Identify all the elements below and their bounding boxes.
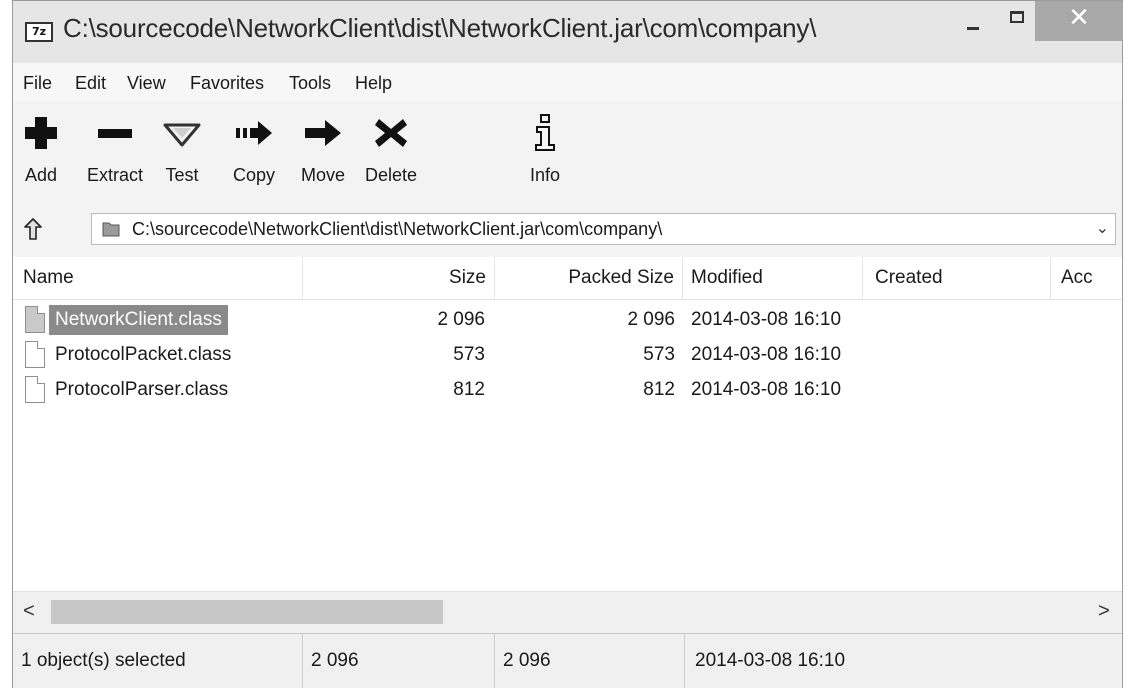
test-icon [163, 123, 201, 147]
status-bar: 1 object(s) selected 2 096 2 096 2014-03… [13, 633, 1122, 688]
close-icon: ✕ [1068, 3, 1090, 33]
add-label: Add [24, 165, 58, 185]
file-list: Name Size Packed Size Modified Created A… [13, 257, 1122, 632]
status-selection: 1 object(s) selected [13, 634, 303, 688]
status-modified: 2014-03-08 16:10 [695, 650, 846, 671]
column-modified[interactable]: Modified [683, 257, 863, 299]
file-icon [25, 341, 45, 368]
folder-icon [102, 222, 120, 237]
move-icon [305, 120, 341, 146]
file-modified: 2014-03-08 16:10 [691, 309, 842, 330]
menu-tools[interactable]: Tools [289, 73, 331, 94]
address-row: C:\sourcecode\NetworkClient\dist\Network… [13, 201, 1122, 258]
menu-view[interactable]: View [127, 73, 166, 94]
menu-favorites[interactable]: Favorites [190, 73, 264, 94]
file-icon [25, 376, 45, 403]
scroll-left-icon[interactable]: < [17, 600, 41, 623]
menu-file[interactable]: File [23, 73, 52, 94]
file-size: 573 [453, 344, 485, 365]
file-row[interactable]: ProtocolParser.class 812 812 2014-03-08 … [13, 373, 1122, 407]
file-modified: 2014-03-08 16:10 [691, 344, 842, 365]
file-name: ProtocolParser.class [55, 379, 229, 400]
delete-icon [375, 119, 407, 147]
test-label: Test [165, 165, 199, 185]
column-size[interactable]: Size [303, 257, 495, 299]
minimize-icon [967, 27, 979, 30]
delete-label: Delete [364, 165, 418, 185]
scroll-right-icon[interactable]: > [1092, 600, 1116, 623]
file-packed-size: 573 [643, 344, 675, 365]
column-packed-size[interactable]: Packed Size [495, 257, 683, 299]
info-button[interactable]: Info [519, 101, 571, 201]
file-packed-size: 812 [643, 379, 675, 400]
window-title: C:\sourcecode\NetworkClient\dist\Network… [63, 13, 817, 43]
extract-icon [98, 129, 132, 138]
status-size: 2 096 [303, 634, 495, 688]
file-name: NetworkClient.class [49, 305, 228, 335]
minimize-button[interactable] [951, 1, 997, 41]
delete-button[interactable]: Delete [357, 101, 425, 201]
info-label: Info [529, 165, 561, 185]
extract-label: Extract [86, 165, 143, 185]
horizontal-scrollbar[interactable]: < > [13, 591, 1122, 632]
file-row[interactable]: ProtocolPacket.class 573 573 2014-03-08 … [13, 338, 1122, 372]
toolbar: Add Extract Test Copy Move Delete Info [13, 101, 1122, 202]
file-packed-size: 2 096 [627, 309, 675, 330]
scrollbar-thumb[interactable] [51, 600, 443, 624]
app-icon: 7z [25, 22, 53, 42]
address-bar[interactable]: C:\sourcecode\NetworkClient\dist\Network… [91, 213, 1116, 245]
copy-label: Copy [232, 165, 276, 185]
column-name[interactable]: Name [13, 257, 303, 299]
copy-icon [236, 121, 272, 145]
extract-button[interactable]: Extract [77, 101, 153, 201]
menu-bar: File Edit View Favorites Tools Help [13, 63, 1122, 102]
file-icon [25, 306, 45, 333]
seven-zip-window: 7z C:\sourcecode\NetworkClient\dist\Netw… [12, 0, 1123, 688]
file-modified: 2014-03-08 16:10 [691, 379, 842, 400]
move-button[interactable]: Move [289, 101, 357, 201]
add-button[interactable]: Add [17, 101, 65, 201]
info-icon [535, 114, 555, 151]
maximize-icon [1010, 11, 1024, 23]
column-header: Name Size Packed Size Modified Created A… [13, 257, 1122, 300]
file-size: 812 [453, 379, 485, 400]
close-button[interactable]: ✕ [1035, 1, 1123, 41]
chevron-down-icon[interactable]: ⌄ [1096, 218, 1109, 238]
address-path: C:\sourcecode\NetworkClient\dist\Network… [132, 219, 663, 239]
column-created[interactable]: Created [863, 257, 1051, 299]
status-packed-size: 2 096 [495, 634, 685, 688]
up-folder-icon[interactable] [21, 217, 45, 241]
menu-edit[interactable]: Edit [75, 73, 106, 94]
column-accessed[interactable]: Acc [1051, 257, 1122, 299]
test-button[interactable]: Test [153, 101, 211, 201]
add-icon [25, 117, 57, 149]
move-label: Move [300, 165, 345, 185]
menu-help[interactable]: Help [355, 73, 392, 94]
file-name: ProtocolPacket.class [55, 344, 232, 365]
file-size: 2 096 [437, 309, 485, 330]
file-row[interactable]: NetworkClient.class 2 096 2 096 2014-03-… [13, 303, 1122, 337]
title-bar: 7z C:\sourcecode\NetworkClient\dist\Netw… [13, 1, 1123, 64]
copy-button[interactable]: Copy [223, 101, 285, 201]
